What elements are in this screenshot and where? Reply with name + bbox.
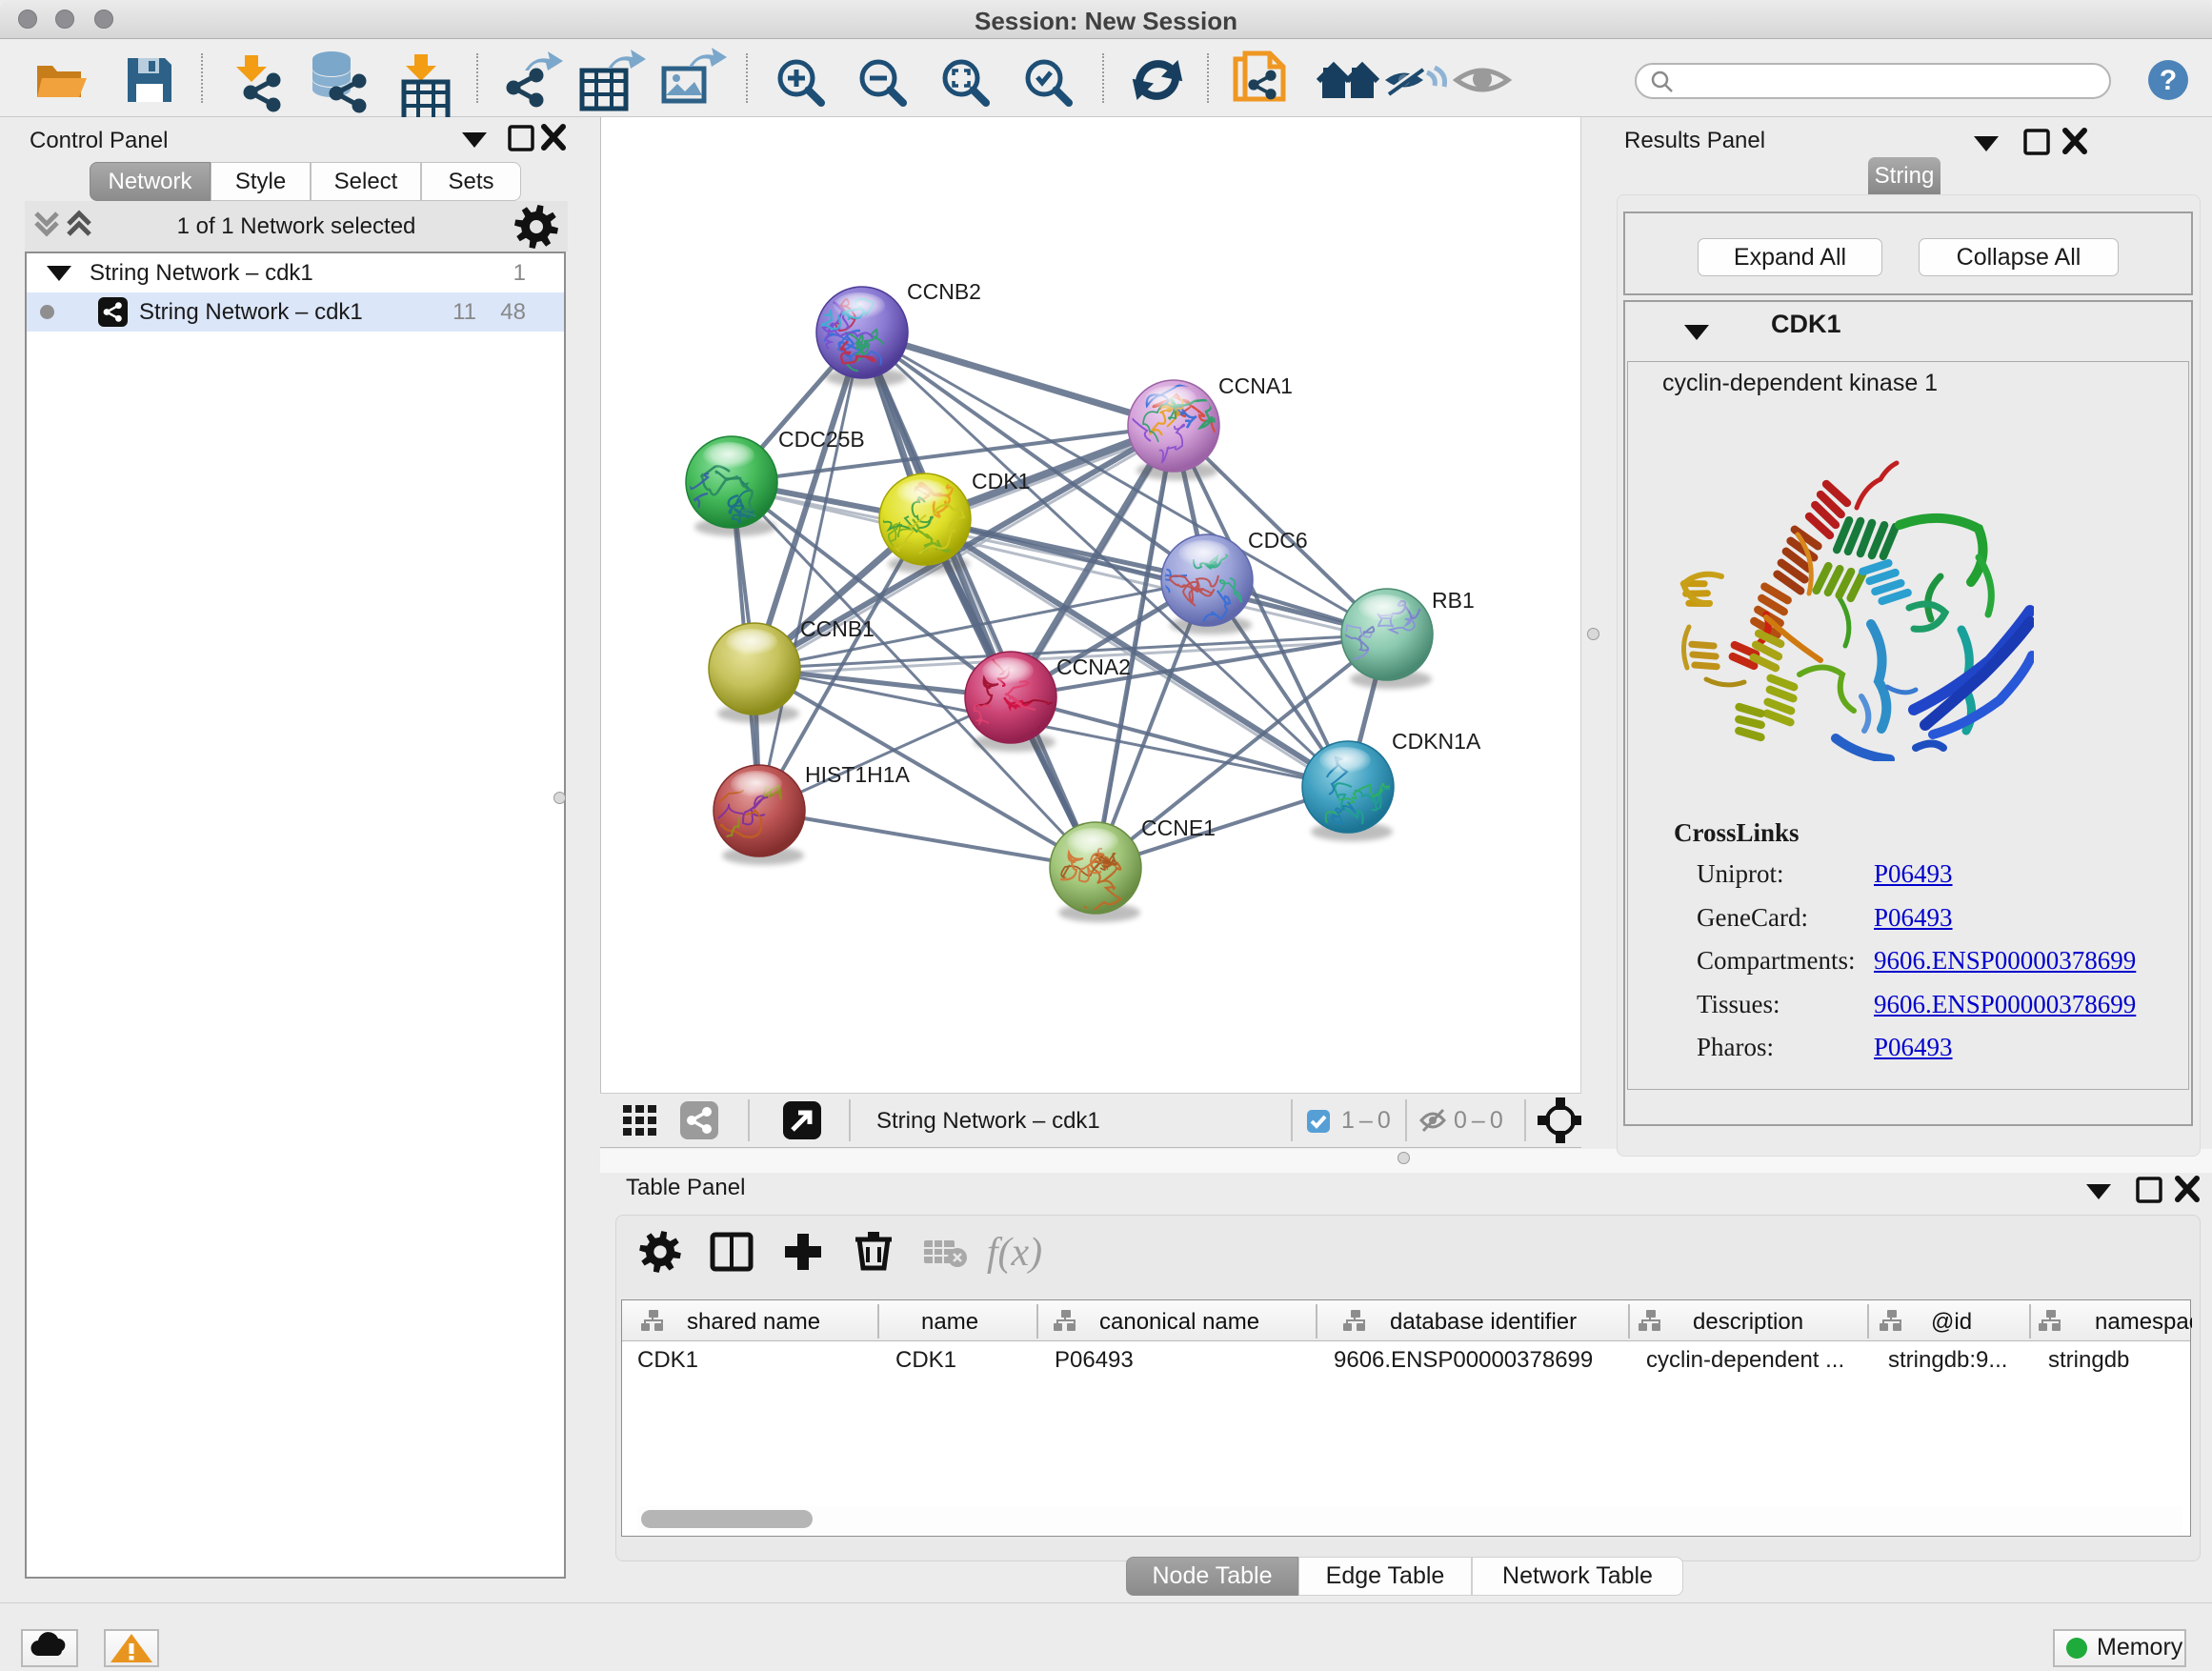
svg-text:shared name: shared name <box>687 1309 820 1335</box>
svg-text:?: ? <box>2160 65 2177 96</box>
svg-text:description: description <box>1693 1309 1803 1335</box>
svg-text:CCNA2: CCNA2 <box>1056 654 1131 679</box>
svg-text:name: name <box>921 1309 978 1335</box>
svg-text:1 – 0: 1 – 0 <box>1341 1107 1391 1134</box>
svg-text:0 – 0: 0 – 0 <box>1454 1107 1503 1134</box>
svg-text:CDC6: CDC6 <box>1248 528 1308 553</box>
svg-text:CDKN1A: CDKN1A <box>1392 729 1481 754</box>
svg-text:CCNB1: CCNB1 <box>800 616 875 641</box>
svg-text:RB1: RB1 <box>1432 588 1475 613</box>
svg-text:@id: @id <box>1931 1309 1972 1335</box>
svg-text:CDK1: CDK1 <box>972 469 1030 493</box>
svg-text:String Network – cdk1: String Network – cdk1 <box>876 1108 1100 1134</box>
svg-text:CDC25B: CDC25B <box>778 427 865 452</box>
svg-text:CCNB2: CCNB2 <box>907 279 981 304</box>
svg-text:CCNE1: CCNE1 <box>1141 815 1216 840</box>
svg-text:f(x): f(x) <box>987 1231 1042 1275</box>
svg-text:CCNA1: CCNA1 <box>1218 373 1293 398</box>
svg-text:HIST1H1A: HIST1H1A <box>805 762 911 787</box>
svg-text:database identifier: database identifier <box>1390 1309 1577 1335</box>
svg-text:namespac: namespac <box>2095 1309 2192 1335</box>
svg-text:canonical name: canonical name <box>1099 1309 1259 1335</box>
